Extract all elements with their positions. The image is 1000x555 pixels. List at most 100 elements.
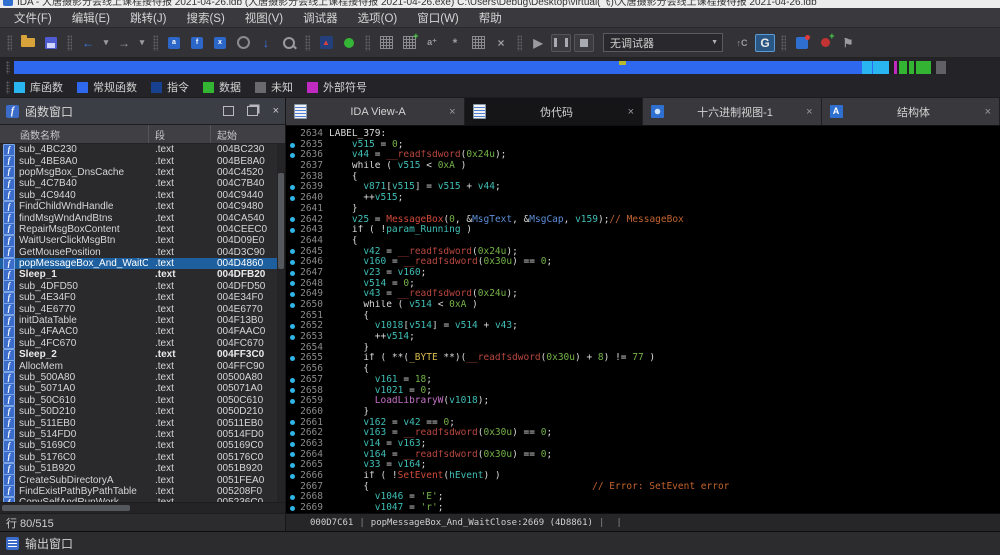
breakpoint-dot[interactable] — [286, 332, 298, 343]
breakpoint-dot[interactable] — [286, 428, 298, 439]
output-panel-titlebar[interactable]: 输出窗口 — [0, 531, 1000, 555]
functions-hscrollbar[interactable] — [0, 502, 285, 513]
jump-xref-icon[interactable]: x — [210, 33, 230, 53]
code-line[interactable]: 2655 if ( **(_BYTE **)(__readfsdword(0x3… — [286, 353, 1000, 364]
function-row[interactable]: fsub_4BC230.text004BC230 — [0, 144, 285, 155]
breakpoint-dot[interactable] — [286, 418, 298, 429]
function-row[interactable]: fsub_4E6770.text004E6770 — [0, 303, 285, 314]
breakpoint-dot[interactable] — [286, 450, 298, 461]
breakpoint-dot[interactable] — [286, 140, 298, 151]
jump-address-icon[interactable]: a — [164, 33, 184, 53]
code-line[interactable]: 2635 v515 = 0; — [286, 140, 1000, 151]
jump-name-icon[interactable]: f — [187, 33, 207, 53]
run-trace-icon[interactable] — [233, 33, 253, 53]
function-row[interactable]: fsub_4C7B40.text004C7B40 — [0, 178, 285, 189]
tab-structs[interactable]: A结构体× — [822, 98, 1000, 125]
menu-item[interactable]: 视图(V) — [239, 10, 297, 26]
search-icon[interactable] — [279, 33, 299, 53]
function-row[interactable]: fsub_4FAAC0.text004FAAC0 — [0, 326, 285, 337]
code-line[interactable]: 2640 ++v515; — [286, 193, 1000, 204]
vscrollbar-thumb[interactable] — [278, 173, 284, 269]
code-line[interactable]: 2666 if ( !SetEvent(hEvent) ) — [286, 471, 1000, 482]
rename-icon[interactable]: a⁺ — [422, 33, 442, 53]
debug-stop-icon[interactable] — [574, 34, 594, 52]
function-row[interactable]: fsub_50C610.text0050C610 — [0, 395, 285, 406]
breakpoint-dot[interactable] — [286, 375, 298, 386]
breakpoint-dot[interactable] — [286, 150, 298, 161]
function-row[interactable]: fsub_5169C0.text005169C0 — [0, 440, 285, 451]
breakpoint-gutter[interactable] — [286, 407, 298, 418]
flags-icon[interactable]: ⚑ — [838, 33, 858, 53]
breakpoint-gutter[interactable] — [286, 482, 298, 493]
navigation-band[interactable] — [14, 61, 958, 74]
debug-start-icon[interactable]: ▶ — [528, 33, 548, 53]
open-file-icon[interactable] — [18, 33, 38, 53]
toolbar-drag-handle[interactable] — [781, 35, 786, 51]
function-row[interactable]: fAllocMem.text004FFC90 — [0, 360, 285, 371]
code-line[interactable]: 2664 v164 = __readfsdword(0x30u) == 0; — [286, 450, 1000, 461]
close-icon[interactable]: × — [273, 107, 279, 115]
breakpoint-dot[interactable] — [286, 386, 298, 397]
function-row[interactable]: fFindChildWndHandle.text004C9480 — [0, 201, 285, 212]
code-line[interactable]: 2651 { — [286, 311, 1000, 322]
function-row[interactable]: fpopMsgBox_DnsCache.text004C4520 — [0, 167, 285, 178]
pseudocode-view[interactable]: 2634LABEL_379:2635 v515 = 0;2636 v44 = _… — [286, 126, 1000, 513]
breakpoint-dot[interactable] — [286, 439, 298, 450]
navigate-back-icon[interactable]: ← — [78, 33, 98, 53]
breakpoint-dot[interactable] — [286, 353, 298, 364]
menu-item[interactable]: 文件(F) — [8, 10, 66, 26]
function-row[interactable]: fsub_5071A0.text005071A0 — [0, 383, 285, 394]
breakpoint-dot[interactable] — [286, 289, 298, 300]
breakpoint-gutter[interactable] — [286, 236, 298, 247]
breakpoint-dot[interactable] — [286, 193, 298, 204]
function-row[interactable]: fWaitUserClickMsgBtn.text004D09E0 — [0, 235, 285, 246]
function-row[interactable]: fsub_4FC670.text004FC670 — [0, 338, 285, 349]
navigate-forward-icon[interactable]: → — [114, 33, 134, 53]
code-line[interactable]: 2638 { — [286, 172, 1000, 183]
code-line[interactable]: 2650 while ( v514 < 0xA ) — [286, 300, 1000, 311]
breakpoint-dot[interactable] — [286, 215, 298, 226]
column-start[interactable]: 起始 — [211, 125, 285, 143]
toolbar-drag-handle[interactable] — [153, 35, 158, 51]
debugger-select[interactable]: 无调试器 ▼ — [603, 33, 723, 52]
function-row[interactable]: fCreateSubDirectoryA.text0051FEA0 — [0, 474, 285, 485]
tab-close-icon[interactable]: × — [628, 106, 634, 118]
float-icon[interactable] — [247, 106, 258, 116]
navband-drag-handle[interactable] — [6, 61, 10, 74]
tab-hex-view[interactable]: 十六进制视图-1× — [643, 98, 822, 125]
function-row[interactable]: fsub_4C9440.text004C9440 — [0, 190, 285, 201]
code-line[interactable]: 2665 v33 = v164; — [286, 460, 1000, 471]
breakpoint-dot[interactable] — [286, 300, 298, 311]
tab-pseudocode[interactable]: 伪代码× — [465, 98, 644, 125]
menu-item[interactable]: 编辑(E) — [66, 10, 124, 26]
tab-close-icon[interactable]: × — [806, 106, 812, 118]
function-row[interactable]: fSleep_2.text004FF3C0 — [0, 349, 285, 360]
breakpoint-dot[interactable] — [286, 247, 298, 258]
toolbar-drag-handle[interactable] — [67, 35, 72, 51]
code-line[interactable]: 2646 v160 = __readfsdword(0x30u) == 0; — [286, 257, 1000, 268]
breakpoint-dot[interactable] — [286, 492, 298, 503]
code-line[interactable]: 2637 while ( v515 < 0xA ) — [286, 161, 1000, 172]
function-row[interactable]: fpopMessageBox_And_WaitClose.text004D486… — [0, 258, 285, 269]
menu-item[interactable]: 窗口(W) — [411, 10, 473, 26]
patch-icon[interactable]: * — [445, 33, 465, 53]
code-line[interactable]: 2661 v162 = v42 == 0; — [286, 418, 1000, 429]
function-row[interactable]: fsub_500A80.text00500A80 — [0, 372, 285, 383]
edit-function-icon[interactable] — [468, 33, 488, 53]
breakpoint-gutter[interactable] — [286, 311, 298, 322]
function-row[interactable]: fsub_5176C0.text005176C0 — [0, 452, 285, 463]
code-line[interactable]: 2643 if ( !param_Running ) — [286, 225, 1000, 236]
save-icon[interactable] — [41, 33, 61, 53]
breakpoint-dot[interactable] — [286, 182, 298, 193]
function-row[interactable]: fsub_514FD0.text00514FD0 — [0, 429, 285, 440]
add-breakpoint-icon[interactable] — [815, 33, 835, 53]
breakpoint-dot[interactable] — [286, 279, 298, 290]
breakpoint-list-icon[interactable] — [792, 33, 812, 53]
delete-function-icon[interactable]: × — [491, 33, 511, 53]
breakpoint-dot[interactable] — [286, 225, 298, 236]
resume-analysis-icon[interactable] — [339, 33, 359, 53]
function-row[interactable]: fsub_511EB0.text00511EB0 — [0, 417, 285, 428]
debug-pause-icon[interactable] — [551, 34, 571, 52]
function-row[interactable]: fSleep_1.text004DFB20 — [0, 269, 285, 280]
code-line[interactable]: 2658 v1021 = 0; — [286, 386, 1000, 397]
